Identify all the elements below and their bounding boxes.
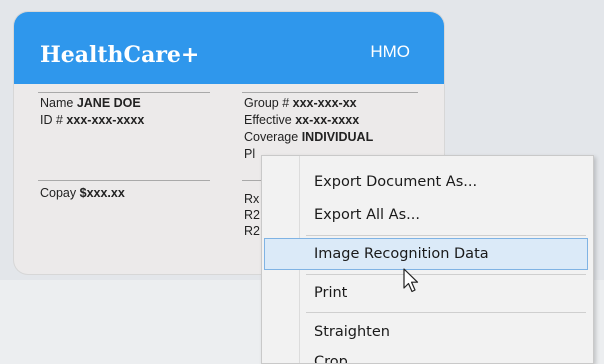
card-header: HealthCare+ HMO	[14, 12, 444, 84]
effective-value: xx-xx-xxxx	[295, 113, 360, 127]
menu-item-print[interactable]: Print	[264, 277, 588, 309]
member-id-label: ID #	[40, 113, 63, 127]
rx-field-partial: Rx	[244, 192, 260, 206]
menu-item-label: Straighten	[314, 324, 390, 340]
member-id-field: ID # xxx-xxx-xxxx	[40, 113, 144, 127]
divider	[38, 92, 210, 93]
menu-separator	[306, 274, 586, 275]
group-label: Group #	[244, 96, 290, 110]
member-name-value: JANE DOE	[76, 96, 141, 110]
menu-item-image-recognition-data[interactable]: Image Recognition Data	[264, 238, 588, 270]
menu-item-label: Print	[314, 285, 348, 301]
card-brand: HealthCare+	[40, 42, 200, 68]
effective-label: Effective	[244, 113, 292, 127]
group-value: xxx-xxx-xx	[292, 96, 357, 110]
menu-item-export-all-as[interactable]: Export All As...	[264, 199, 588, 231]
copay-label: Copay	[40, 186, 77, 200]
menu-item-crop[interactable]: Crop	[264, 346, 588, 364]
copay-value: $xxx.xx	[79, 186, 125, 200]
coverage-field: Coverage INDIVIDUAL	[244, 130, 373, 144]
member-id-value: xxx-xxx-xxxx	[66, 113, 145, 127]
effective-field: Effective xx-xx-xxxx	[244, 113, 359, 127]
menu-item-label: Crop	[314, 354, 348, 364]
context-menu: Export Document As... Export All As... I…	[261, 155, 594, 364]
menu-item-straighten[interactable]: Straighten	[264, 316, 588, 348]
menu-separator	[306, 235, 586, 236]
menu-item-export-document-as[interactable]: Export Document As...	[264, 166, 588, 198]
menu-separator	[306, 312, 586, 313]
menu-item-label: Export All As...	[314, 207, 420, 223]
rx-field-partial: R2	[244, 224, 260, 238]
copay-field: Copay $xxx.xx	[40, 186, 125, 200]
coverage-value: INDIVIDUAL	[301, 130, 374, 144]
group-field: Group # xxx-xxx-xx	[244, 96, 357, 110]
arrow-cursor-icon	[403, 268, 419, 293]
card-plan-type: HMO	[370, 42, 410, 61]
rx-field-partial: R2	[244, 208, 260, 222]
member-name-label: Name	[40, 96, 74, 110]
divider	[38, 180, 210, 181]
plan-field-partial: Pl	[244, 147, 256, 161]
menu-item-label: Image Recognition Data	[314, 246, 489, 262]
menu-item-label: Export Document As...	[314, 174, 478, 190]
divider	[242, 92, 418, 93]
member-name-field: Name JANE DOE	[40, 96, 141, 110]
coverage-label: Coverage	[244, 130, 299, 144]
